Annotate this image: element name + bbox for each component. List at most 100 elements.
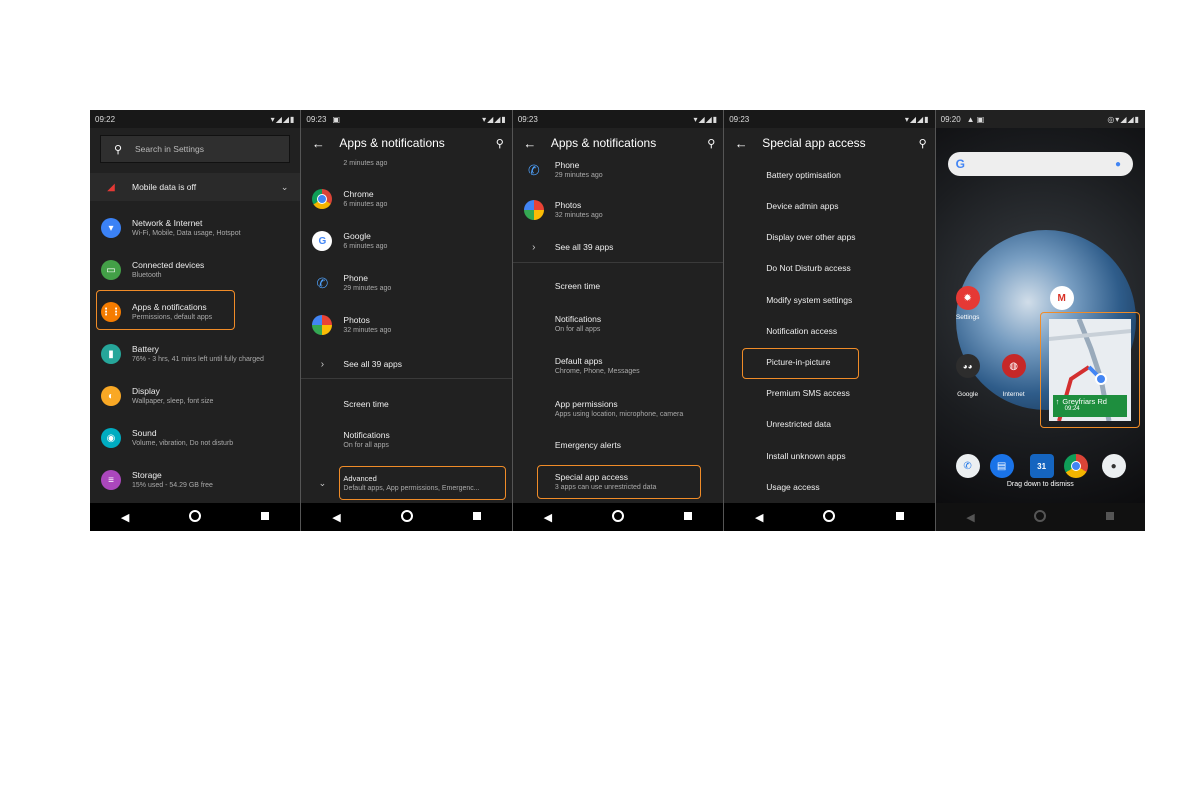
list-item-usage-access[interactable]: Usage access — [724, 480, 934, 494]
calendar-dock-icon[interactable]: 31 — [1029, 454, 1054, 478]
item-subtitle: Apps using location, microphone, camera — [554, 411, 684, 418]
google-search-bar[interactable]: G ● — [947, 152, 1134, 176]
back-arrow-icon[interactable]: ← — [517, 136, 543, 151]
back-nav-button[interactable]: ◀ — [105, 511, 145, 524]
home-screen: 09:20 ▲ ▣ ◎▾◢◢▮ G ● ✹ Settings M ◕◕ Goog… — [934, 110, 1146, 531]
home-nav-button[interactable] — [1020, 509, 1060, 525]
list-item-dnd-access[interactable]: Do Not Disturb access — [724, 261, 934, 275]
item-title: Notifications — [554, 314, 602, 324]
item-title: App permissions — [554, 399, 618, 409]
mic-icon[interactable]: ● — [1115, 159, 1121, 170]
highlight-advanced — [339, 466, 507, 500]
status-icons: ▾◢◢▮ — [904, 114, 930, 124]
search-bar[interactable]: ⚲ Search in Settings — [100, 135, 291, 163]
screen-time-label: Screen time — [554, 281, 601, 291]
see-all-apps[interactable]: › See all 39 apps — [513, 236, 723, 258]
list-item-label: Unrestricted data — [766, 419, 831, 429]
list-item-premium-sms[interactable]: Premium SMS access — [724, 386, 934, 400]
back-nav-button[interactable]: ◀ — [739, 511, 779, 524]
home-nav-button[interactable] — [809, 509, 849, 525]
wifi-icon: ▾ — [101, 218, 121, 238]
recents-nav-button[interactable] — [245, 511, 285, 523]
back-arrow-icon[interactable]: ← — [305, 136, 331, 151]
photos-icon — [312, 315, 333, 335]
recent-app-google[interactable]: G Google 6 minutes ago — [301, 227, 511, 255]
internet-app-icon[interactable]: ◍ — [1001, 354, 1026, 378]
status-bar: 09:23 ▾◢◢▮ — [512, 110, 724, 128]
default-apps-item[interactable]: Default apps Chrome, Phone, Messages — [513, 353, 723, 379]
settings-item-connected-devices[interactable]: ▭ Connected devices Bluetooth — [90, 253, 300, 287]
picture-in-picture-window[interactable]: ↑ Greyfriars Rd 09:24 — [1039, 312, 1140, 428]
search-placeholder: Search in Settings — [135, 144, 204, 154]
recent-app-photos[interactable]: Photos 32 minutes ago — [301, 311, 511, 339]
status-icons: ◎▾◢◢▮ — [1107, 114, 1141, 124]
settings-item-network[interactable]: ▾ Network & Internet Wi-Fi, Mobile, Data … — [90, 211, 300, 245]
emergency-alerts-item[interactable]: Emergency alerts — [513, 436, 723, 454]
settings-item-storage[interactable]: ≡ Storage 15% used - 54.29 GB free — [90, 463, 300, 497]
google-folder-icon[interactable]: ◕◕ — [955, 354, 980, 378]
app-name: Phone — [554, 160, 580, 170]
search-icon[interactable]: ⚲ — [911, 137, 935, 150]
see-all-apps[interactable]: › See all 39 apps — [301, 353, 511, 375]
phone-dock-icon[interactable]: ✆ — [955, 454, 980, 478]
recent-app-chrome[interactable]: Chrome 6 minutes ago — [301, 185, 511, 213]
screen-time-item[interactable]: Screen time — [301, 395, 511, 413]
recent-app-photos[interactable]: Photos 32 minutes ago — [513, 196, 723, 224]
nav-street: Greyfriars Rd — [1062, 397, 1107, 406]
list-item-notification-access[interactable]: Notification access — [724, 324, 934, 338]
search-icon[interactable]: ⚲ — [488, 137, 512, 150]
devices-icon: ▭ — [101, 260, 121, 280]
recents-nav-button[interactable] — [457, 511, 497, 523]
settings-screen: 09:22 ▾◢◢▮ ⚲ Search in Settings ◢ Mobile… — [90, 110, 301, 531]
mobile-data-banner[interactable]: ◢ Mobile data is off ⌄ — [90, 173, 301, 201]
settings-app-icon[interactable]: ✹ — [955, 286, 980, 310]
nav-time: 09:24 — [1064, 406, 1080, 412]
settings-item-display[interactable]: ◐ Display Wallpaper, sleep, font size — [90, 379, 300, 413]
mobile-data-off-icon: ◢ — [107, 181, 115, 193]
gmail-app-icon[interactable]: M — [1049, 286, 1074, 310]
item-subtitle: 76% - 3 hrs, 41 mins left until fully ch… — [132, 356, 264, 363]
item-subtitle: Bluetooth — [132, 272, 162, 279]
item-subtitle: Chrome, Phone, Messages — [554, 368, 640, 375]
messages-dock-icon[interactable]: ▤ — [989, 454, 1014, 478]
home-nav-button[interactable] — [387, 509, 427, 525]
home-nav-button[interactable] — [598, 509, 638, 525]
search-icon[interactable]: ⚲ — [699, 137, 723, 150]
list-item-unrestricted-data[interactable]: Unrestricted data — [724, 417, 934, 431]
item-title: Notifications — [343, 430, 390, 440]
notifications-item[interactable]: Notifications On for all apps — [513, 311, 723, 337]
status-icons: ▾◢◢▮ — [482, 114, 507, 124]
app-permissions-item[interactable]: App permissions Apps using location, micr… — [513, 396, 723, 422]
back-nav-button[interactable]: ◀ — [316, 511, 356, 524]
notifications-item[interactable]: Notifications On for all apps — [301, 427, 511, 453]
list-item-label: Install unknown apps — [766, 451, 846, 461]
chrome-dock-icon[interactable] — [1063, 454, 1088, 478]
list-item-device-admin[interactable]: Device admin apps — [724, 199, 934, 213]
list-item-display-over[interactable]: Display over other apps — [724, 230, 934, 244]
app-name: Phone — [343, 273, 368, 283]
list-item-battery-optimisation[interactable]: Battery optimisation — [724, 168, 934, 182]
recent-app-partial[interactable]: 2 minutes ago — [301, 156, 511, 170]
highlight-special-app-access — [536, 465, 701, 499]
list-item-modify-system[interactable]: Modify system settings — [724, 293, 934, 307]
list-item-label: Device admin apps — [766, 201, 839, 211]
recents-nav-button[interactable] — [668, 511, 708, 523]
list-item-label: Usage access — [766, 482, 820, 492]
camera-dock-icon[interactable]: ● — [1101, 454, 1126, 478]
back-nav-button[interactable]: ◀ — [951, 511, 991, 524]
chevron-down-icon: ⌄ — [280, 181, 289, 192]
list-item-install-unknown[interactable]: Install unknown apps — [724, 449, 934, 463]
recent-app-phone[interactable]: ✆ Phone 29 minutes ago — [513, 158, 723, 182]
home-nav-button[interactable] — [175, 509, 215, 525]
list-item-label: Modify system settings — [766, 295, 853, 305]
screen-time-label: Screen time — [343, 399, 389, 409]
app-time: 2 minutes ago — [343, 159, 388, 167]
settings-item-battery[interactable]: ▮ Battery 76% - 3 hrs, 41 mins left until… — [90, 337, 300, 371]
back-nav-button[interactable]: ◀ — [528, 511, 568, 524]
settings-item-sound[interactable]: ◉ Sound Volume, vibration, Do not disturb — [90, 421, 300, 455]
recents-nav-button[interactable] — [1090, 511, 1130, 523]
recent-app-phone[interactable]: ✆ Phone 29 minutes ago — [301, 269, 511, 297]
screen-time-item[interactable]: Screen time — [513, 277, 723, 295]
recents-nav-button[interactable] — [880, 511, 920, 523]
back-arrow-icon[interactable]: ← — [728, 136, 754, 151]
